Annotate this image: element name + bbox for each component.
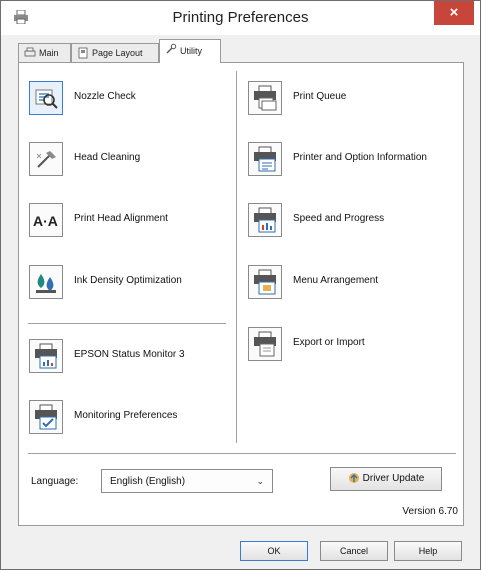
print-head-alignment-label: Print Head Alignment [74, 213, 168, 224]
printing-preferences-dialog: Printing Preferences × Main Page Layout … [0, 0, 481, 570]
status-monitor-icon [29, 339, 63, 373]
version-text: Version 6.70 [402, 506, 458, 517]
window-title: Printing Preferences [172, 9, 309, 26]
driver-update-label: Driver Update [362, 473, 425, 484]
monitoring-preferences-icon [29, 400, 63, 434]
page-layout-icon [78, 47, 88, 59]
driver-update-button[interactable]: Driver Update [330, 467, 442, 491]
printer-info-icon [248, 142, 282, 176]
export-import-icon [248, 327, 282, 361]
alignment-glyph: A·A [33, 213, 58, 229]
tab-page-layout[interactable]: Page Layout [71, 43, 159, 62]
epson-status-monitor-label: EPSON Status Monitor 3 [74, 349, 185, 360]
print-queue-icon [248, 81, 282, 115]
help-button[interactable]: Help [394, 541, 462, 561]
language-select[interactable]: English (English) ⌄ [101, 469, 273, 493]
head-alignment-icon: A·A [29, 203, 63, 237]
nozzle-check-label: Nozzle Check [74, 91, 136, 102]
wrench-icon [166, 43, 177, 54]
tab-utility[interactable]: Utility [159, 39, 221, 63]
language-value: English (English) [110, 476, 186, 487]
tab-utility-label: Utility [180, 46, 202, 56]
ok-button[interactable]: OK [240, 541, 308, 561]
ink-density-optimization-label: Ink Density Optimization [74, 275, 182, 286]
left-column-divider [28, 323, 226, 325]
driver-update-icon [348, 473, 359, 484]
tab-main-label: Main [39, 48, 59, 58]
head-cleaning-label: Head Cleaning [74, 152, 141, 163]
close-button[interactable]: × [434, 1, 474, 25]
utility-panel: Nozzle Check Head Cleaning A·A Print Hea… [18, 62, 464, 526]
printer-option-information-label: Printer and Option Information [293, 152, 427, 163]
menu-arrangement-label: Menu Arrangement [293, 275, 379, 286]
menu-arrangement-icon [248, 265, 282, 299]
language-label: Language: [31, 476, 79, 487]
speed-progress-icon [248, 203, 282, 237]
tab-page-layout-label: Page Layout [92, 48, 143, 58]
tab-main[interactable]: Main [18, 43, 71, 62]
head-cleaning-icon [29, 142, 63, 176]
ink-density-icon [29, 265, 63, 299]
speed-progress-label: Speed and Progress [293, 213, 385, 224]
monitoring-preferences-label: Monitoring Preferences [74, 410, 178, 421]
export-import-label: Export or Import [293, 337, 365, 348]
footer-divider [28, 453, 456, 454]
column-divider [236, 71, 238, 443]
print-queue-label: Print Queue [293, 91, 347, 102]
cancel-button[interactable]: Cancel [320, 541, 388, 561]
printer-icon [24, 47, 36, 57]
nozzle-check-icon [29, 81, 63, 115]
chevron-down-icon: ⌄ [256, 476, 264, 486]
title-bar: Printing Preferences × [1, 1, 480, 35]
